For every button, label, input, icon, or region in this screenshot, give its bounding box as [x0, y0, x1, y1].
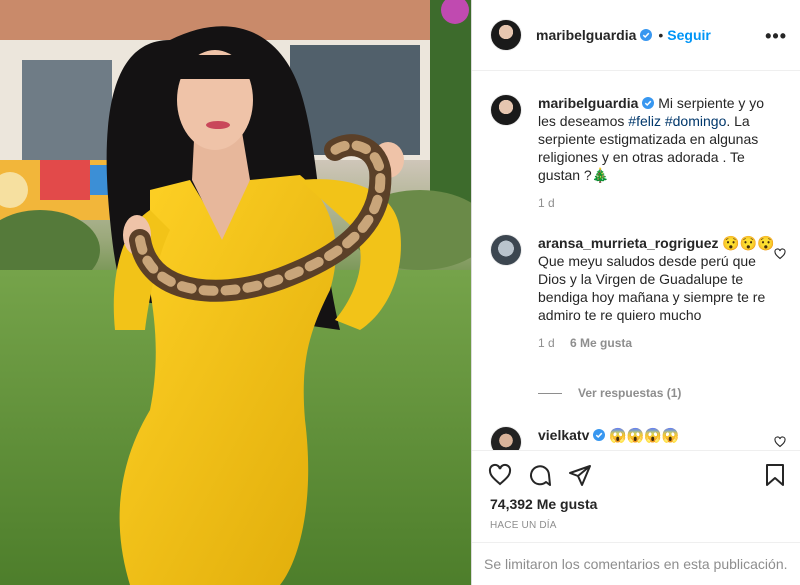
commenter-username[interactable]: aransa_murrieta_rogriguez [538, 235, 719, 251]
caption: maribelguardia Mi serpiente y yo les des… [490, 94, 780, 210]
replies-divider [538, 392, 562, 394]
post-side-panel: maribelguardia • Seguir ••• maribelguard… [471, 0, 800, 585]
comment-timestamp[interactable]: 1 d [538, 336, 555, 350]
caption-timestamp[interactable]: 1 d [538, 196, 555, 210]
caption-text: maribelguardia Mi serpiente y yo les des… [538, 94, 780, 184]
verified-badge-icon [593, 429, 606, 441]
author-username[interactable]: maribelguardia [536, 27, 636, 43]
author-avatar[interactable] [490, 19, 522, 51]
comments-limited-notice: Se limitaron los comentarios en esta pub… [472, 542, 800, 585]
bookmark-icon[interactable] [763, 463, 787, 487]
paper-plane-icon[interactable] [568, 463, 592, 487]
follow-button[interactable]: Seguir [667, 27, 711, 43]
verified-badge-icon [642, 97, 655, 109]
heart-icon[interactable] [488, 463, 512, 487]
comment-meta: 1 d 6 Me gusta [538, 336, 780, 350]
hashtag-link[interactable]: #domingo [665, 113, 727, 129]
post-actions-section: 74,392 Me gusta HACE UN DÍA Se limitaron… [472, 450, 800, 585]
hashtag-link[interactable]: #feliz [628, 113, 661, 129]
commenter-username[interactable]: vielkatv [538, 427, 589, 443]
post-photo[interactable] [0, 0, 471, 585]
comment-like-count[interactable]: 6 Me gusta [570, 336, 632, 350]
view-replies-label: Ver respuestas (1) [578, 386, 682, 400]
caption-username[interactable]: maribelguardia [538, 95, 638, 111]
comment-heart-icon[interactable] [774, 248, 786, 260]
verified-badge-icon [640, 29, 653, 41]
comment-icon[interactable] [528, 463, 552, 487]
post-date[interactable]: HACE UN DÍA [490, 520, 557, 531]
comment-text: aransa_murrieta_rogriguez 😯😯😯Que meyu sa… [538, 234, 780, 324]
caption-avatar[interactable] [490, 94, 522, 126]
comment-item: vielkatv 😱😱😱😱 [490, 426, 786, 450]
photo-illustration [0, 0, 471, 585]
comment-text: vielkatv 😱😱😱😱 [538, 426, 780, 444]
separator-dot: • [658, 27, 664, 43]
likes-count[interactable]: 74,392 Me gusta [490, 496, 597, 512]
comments-list[interactable]: maribelguardia Mi serpiente y yo les des… [472, 72, 800, 450]
more-options-icon[interactable]: ••• [765, 26, 787, 47]
comment-heart-icon[interactable] [774, 436, 786, 448]
comment-body: 😱😱😱😱 [609, 427, 679, 443]
action-icons [488, 463, 592, 487]
caption-meta: 1 d [538, 196, 780, 210]
post-header: maribelguardia • Seguir ••• [472, 0, 800, 71]
view-replies-button[interactable]: Ver respuestas (1) [538, 386, 681, 400]
commenter-avatar[interactable] [490, 234, 522, 266]
commenter-avatar[interactable] [490, 426, 522, 450]
comment-item: aransa_murrieta_rogriguez 😯😯😯Que meyu sa… [490, 234, 786, 350]
